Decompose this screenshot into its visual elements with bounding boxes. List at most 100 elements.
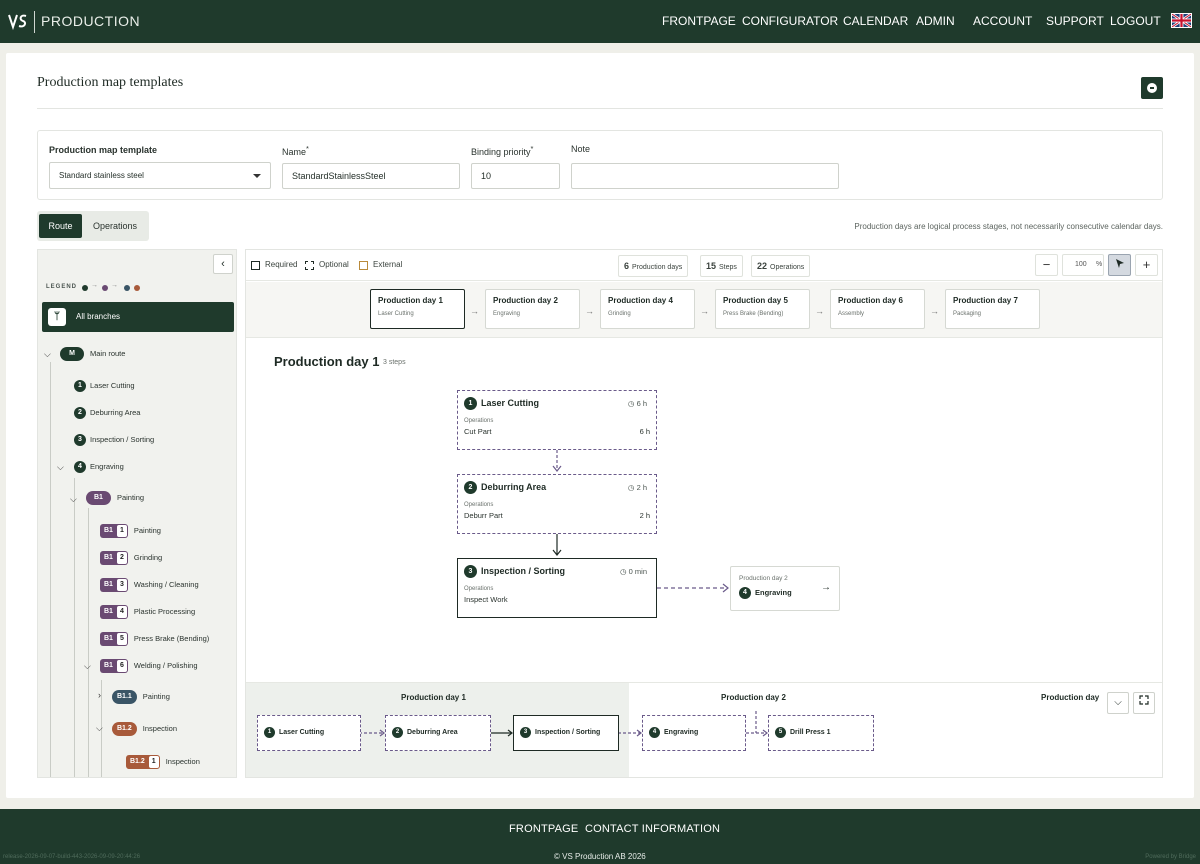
tree-label: Main route <box>90 349 126 358</box>
branch-badge: B1 <box>104 527 113 535</box>
tree-b1-step-5[interactable]: B1 5 Press Brake (Bending) <box>100 631 209 647</box>
name-input[interactable]: StandardStainlessSteel <box>282 163 460 189</box>
all-branches-button[interactable]: ᛘ All branches <box>42 302 234 332</box>
step-number: 4 <box>649 726 660 738</box>
next-day-link[interactable]: Production day 2 4 Engraving → <box>730 566 840 611</box>
chevron-down-icon[interactable]: ⌵ <box>57 462 64 473</box>
nav-logout[interactable]: LOGOUT <box>1110 14 1161 28</box>
operation-name: Cut Part <box>464 427 492 437</box>
template-form: Production map template Standard stainle… <box>37 130 1163 200</box>
step-header: 1 Laser Cutting <box>464 397 650 411</box>
chevron-down-icon[interactable]: ⌵ <box>44 349 51 360</box>
nav-account[interactable]: ACCOUNT <box>973 14 1032 28</box>
tab-operations[interactable]: Operations <box>84 214 146 238</box>
tree-b1-step-1[interactable]: B1 1 Painting <box>100 523 161 539</box>
step-header: 2 Deburring Area <box>464 481 650 495</box>
tree-main-route[interactable]: M Main route <box>60 346 125 362</box>
operation-row: Inspect Work <box>464 595 650 604</box>
tree-step-2[interactable]: 2 Deburring Area <box>74 405 140 421</box>
next-step-label: Engraving <box>755 587 792 597</box>
tree-sub-b1-2-step-1[interactable]: B1.2 1 Inspection <box>126 754 200 770</box>
tree-step-3[interactable]: 3 Inspection / Sorting <box>74 432 154 448</box>
operation-name: Inspect Work <box>464 595 508 605</box>
add-template-button[interactable] <box>1141 77 1163 99</box>
tree-label: Deburring Area <box>90 408 141 417</box>
clock-icon: ◷ <box>627 483 635 492</box>
chevron-down-icon <box>253 174 261 178</box>
operations-label: Operations <box>464 418 494 425</box>
priority-input[interactable]: 10 <box>471 163 560 189</box>
tree-label: Washing / Cleaning <box>133 580 199 589</box>
minimap-node-2[interactable]: 2 Deburring Area <box>385 715 491 751</box>
tree-branch-b1[interactable]: B1 Painting <box>86 490 144 506</box>
view-tabs: Route Operations <box>37 211 149 241</box>
tree-b1-step-6[interactable]: B1 6 Welding / Polishing <box>100 658 198 674</box>
tree-label: Welding / Polishing <box>133 661 198 670</box>
nav-calendar[interactable]: CALENDAR <box>843 14 908 28</box>
legend-main-dot <box>82 285 88 291</box>
footer: FRONTPAGE CONTACT INFORMATION release-20… <box>0 809 1200 864</box>
tree-b1-step-4[interactable]: B1 4 Plastic Processing <box>100 604 195 620</box>
nav-configurator[interactable]: CONFIGURATOR <box>742 14 838 28</box>
step-card-2[interactable]: 2 Deburring Area ◷ 2 h Operations Deburr … <box>457 474 657 534</box>
minimap-node-5[interactable]: 5 Drill Press 1 <box>768 715 874 751</box>
tree-label: Press Brake (Bending) <box>133 634 210 643</box>
step-card-1[interactable]: 1 Laser Cutting ◷ 6 h Operations Cut Part… <box>457 390 657 450</box>
connector-lines <box>552 450 729 593</box>
clock-icon: ◷ <box>620 567 627 576</box>
chevron-down-icon[interactable]: ⌵ <box>96 723 103 734</box>
arrow-right-icon: → <box>111 282 118 289</box>
minimap-node-3[interactable]: 3 Inspection / Sorting <box>513 715 619 751</box>
sub-branch-badge: B1.2 <box>117 725 132 733</box>
arrow-right-icon: → <box>821 582 831 593</box>
version-text: release-2026-09-07-build-443-2026-09-09-… <box>3 854 141 860</box>
operation-row: Deburr Part 2 h <box>464 511 650 520</box>
note-label: Note <box>571 144 591 154</box>
vs-logo-icon[interactable] <box>8 11 28 31</box>
step-duration-value: 0 min <box>628 567 647 576</box>
production-days-hint: Production days are logical process stag… <box>854 222 1163 231</box>
tree-step-1[interactable]: 1 Laser Cutting <box>74 378 135 394</box>
brand-divider <box>34 11 35 33</box>
nav-support[interactable]: SUPPORT <box>1046 14 1104 28</box>
legend-label: LEGEND <box>46 284 78 290</box>
clock-icon: ◷ <box>627 399 635 408</box>
collapse-sidebar-button[interactable]: ‹ <box>213 254 233 274</box>
sub-branch-badge: B1.1 <box>117 693 132 701</box>
template-select-label: Production map template <box>49 145 158 155</box>
tree-step-4[interactable]: 4 Engraving <box>74 459 124 475</box>
operation-time: 6 h <box>639 427 650 437</box>
branch-badge: B1 <box>94 494 103 502</box>
chevron-down-icon[interactable]: ⌵ <box>84 661 91 672</box>
nav-frontpage[interactable]: FRONTPAGE <box>662 14 736 28</box>
all-branches-label: All branches <box>76 312 121 321</box>
tree-b1-step-3[interactable]: B1 3 Washing / Cleaning <box>100 577 199 593</box>
step-number: 1 <box>74 380 86 393</box>
main-card: Production map templates Production map … <box>6 53 1194 798</box>
tree-label: Laser Cutting <box>90 381 135 390</box>
tree-sub-b1-1[interactable]: B1.1 Painting <box>112 689 170 705</box>
branch-badge: B1 <box>104 581 113 589</box>
operations-label: Operations <box>464 586 494 593</box>
minimap-node-4[interactable]: 4 Engraving <box>642 715 746 751</box>
tree-label: Grinding <box>133 553 163 562</box>
tab-route[interactable]: Route <box>39 214 82 238</box>
chevron-down-icon[interactable]: ⌵ <box>70 494 77 505</box>
tree-b1-step-2[interactable]: B1 2 Grinding <box>100 550 162 566</box>
chevron-right-icon[interactable]: › <box>98 690 101 700</box>
minimap-node-1[interactable]: 1 Laser Cutting <box>257 715 361 751</box>
note-textarea[interactable] <box>571 163 839 189</box>
tree-label: Plastic Processing <box>133 607 196 616</box>
operation-name: Deburr Part <box>464 511 503 521</box>
footer-link-frontpage[interactable]: FRONTPAGE <box>509 823 578 835</box>
tree-label: Painting <box>116 493 145 502</box>
template-select[interactable]: Standard stainless steel <box>49 162 271 189</box>
footer-link-contact[interactable]: CONTACT INFORMATION <box>585 823 720 835</box>
uk-flag-icon[interactable] <box>1171 13 1192 28</box>
nav-admin[interactable]: ADMIN <box>916 14 955 28</box>
route-tree-sidebar: ‹ LEGEND → → ᛘ All branches ⌵ M Main rout… <box>37 249 237 778</box>
step-number: 2 <box>116 552 127 565</box>
step-number: 4 <box>116 606 127 619</box>
step-card-3[interactable]: 3 Inspection / Sorting ◷ 0 min Operations… <box>457 558 657 618</box>
tree-sub-b1-2[interactable]: B1.2 Inspection <box>112 721 177 737</box>
